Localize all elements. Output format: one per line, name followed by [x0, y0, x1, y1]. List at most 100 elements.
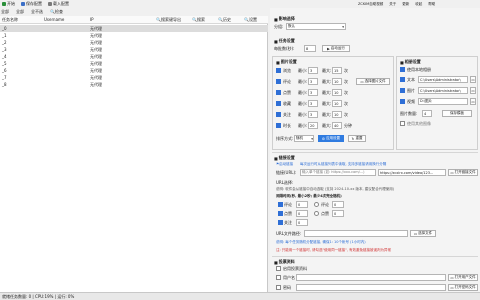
link-a[interactable]: ZCKIM自助视频 — [358, 2, 383, 7]
link-single-input[interactable]: 输入单个链接 (如: https://xxx.com/...) — [300, 169, 376, 176]
row-checkbox[interactable] — [276, 79, 281, 84]
col-username[interactable]: Username — [44, 17, 90, 22]
opt-input[interactable]: 0 — [296, 201, 308, 208]
vote-enable-checkbox[interactable] — [276, 266, 281, 271]
row-checkbox[interactable] — [276, 90, 281, 95]
min-input[interactable]: 3 — [308, 89, 318, 96]
open-username-file-button[interactable]: ▭ 打开用户文件 — [448, 274, 478, 281]
opt-input[interactable]: 0 — [296, 210, 308, 217]
table-row[interactable]: _6 无代理 — [0, 67, 268, 74]
vote-row-checkbox[interactable] — [276, 275, 281, 280]
apply-button[interactable]: ⚙ 应用设置 — [318, 135, 344, 142]
min-input[interactable]: 3 — [308, 78, 318, 85]
col-settings[interactable]: 🔍设置 — [244, 17, 268, 23]
opt-checkbox[interactable] — [278, 220, 283, 225]
opt-input[interactable]: 0 — [296, 219, 308, 226]
path-checkbox[interactable] — [400, 77, 405, 82]
play-icon — [2, 2, 6, 6]
use-local-checkbox[interactable] — [400, 67, 405, 72]
task-grid: 任务名称 Username IP 🔍搜索键导出 🔍搜索 🔍历史 🔍设置 _0 无代… — [0, 16, 268, 292]
max-input[interactable]: 15 — [332, 67, 342, 74]
path-label: 图片 — [407, 88, 415, 93]
link-help[interactable]: 帮助 — [428, 2, 435, 7]
count-input[interactable]: 4 — [422, 110, 432, 117]
opt-input[interactable]: 0 — [332, 210, 344, 217]
auto-run-button[interactable]: ▶ 启动运行 — [322, 45, 350, 52]
table-row[interactable]: _8 无代理 — [0, 81, 268, 88]
path-input[interactable]: C:\Users\Administrator\ — [418, 87, 468, 94]
opt-label: 点赞 — [284, 211, 292, 216]
path-input[interactable]: C:\Users\Administrator\ — [418, 76, 468, 83]
divider — [272, 256, 478, 257]
password-file-input[interactable] — [296, 284, 446, 291]
folder-button[interactable]: ▭ — [470, 87, 476, 94]
opt-radio[interactable] — [314, 202, 319, 207]
link-collapse[interactable]: 收起 — [415, 2, 422, 7]
interval-section-title: 间隔时间(秒, 最小2秒; 最少4次完全随机) — [276, 194, 342, 198]
square-icon: ■ — [400, 59, 404, 65]
opt-input[interactable]: 0 — [332, 201, 344, 208]
subbar-item[interactable]: 全不选 — [31, 9, 43, 15]
reset-button[interactable]: ↻ 重置 — [348, 135, 366, 142]
min-input[interactable]: 20 — [308, 122, 318, 129]
link-update[interactable]: 更新 — [402, 2, 409, 7]
read-section-title: ■ 图片设置 — [276, 59, 297, 65]
min-input[interactable]: 3 — [308, 100, 318, 107]
max-input[interactable]: 10 — [332, 89, 342, 96]
row-checkbox[interactable] — [276, 112, 281, 117]
row-checkbox[interactable] — [276, 123, 281, 128]
open-link-file-button[interactable]: ▭ 打开链接文件 — [448, 169, 478, 176]
vote-row-checkbox[interactable] — [276, 285, 281, 290]
start-button[interactable]: 开始 — [2, 1, 15, 7]
max-input[interactable]: 10 — [332, 100, 342, 107]
subbar-item[interactable]: 全部 — [1, 9, 9, 15]
subbar-item[interactable]: 🔍检查 — [50, 9, 63, 15]
folder-button[interactable]: ▭ — [470, 98, 476, 105]
save-config-button[interactable]: 保存配置 — [21, 1, 42, 7]
path-checkbox[interactable] — [400, 99, 405, 104]
save-template-button[interactable]: 保存模板 — [442, 110, 472, 117]
max-input[interactable]: 40 — [332, 122, 342, 129]
interval-input[interactable]: 8 — [304, 45, 316, 52]
col-search[interactable]: 🔍搜索 — [192, 17, 218, 23]
open-password-file-button[interactable]: ▭ 打开密码文件 — [448, 284, 478, 291]
table-row[interactable]: _1 无代理 — [0, 32, 268, 39]
link-input[interactable]: https://zcxirx.com/video/123... — [378, 169, 446, 176]
blue-tip: 说明: 每个任务随机分配链接, 确保1: 10个帐号 (1小时内) — [276, 240, 366, 244]
choose-file-button[interactable]: ▭ 选择文件 — [410, 230, 436, 237]
table-row[interactable]: _7 无代理 — [0, 74, 268, 81]
sort-select[interactable]: 随机 ▾ — [294, 135, 314, 142]
row-checkbox[interactable] — [276, 101, 281, 106]
folder-button[interactable]: ▭ — [470, 76, 476, 83]
other-image-checkbox[interactable] — [400, 121, 405, 126]
folder-icon: ▭ — [450, 275, 454, 280]
table-row[interactable]: _0 无代理 — [0, 25, 268, 32]
group-select[interactable]: 默认 ▾ — [286, 23, 346, 30]
opt-radio[interactable] — [314, 211, 319, 216]
subbar-item[interactable]: 全部 — [16, 9, 24, 15]
username-file-input[interactable] — [296, 274, 446, 281]
col-history[interactable]: 🔍历史 — [218, 17, 244, 23]
opt-label: 评论 — [284, 202, 292, 207]
col-ip[interactable]: IP — [90, 17, 156, 22]
table-row[interactable]: _5 无代理 — [0, 60, 268, 67]
interval-label: 每批数(秒): — [274, 46, 295, 51]
max-input[interactable]: 10 — [332, 111, 342, 118]
min-input[interactable]: 3 — [308, 67, 318, 74]
url-file-input[interactable] — [304, 230, 408, 237]
table-row[interactable]: _4 无代理 — [0, 53, 268, 60]
opt-checkbox[interactable] — [278, 211, 283, 216]
link-about[interactable]: 关于 — [389, 2, 396, 7]
path-checkbox[interactable] — [400, 88, 405, 93]
row-checkbox[interactable] — [276, 68, 281, 73]
load-config-button[interactable]: 载入配置 — [48, 1, 69, 7]
pick-image-button[interactable]: ▭ 选择图片文件 — [356, 78, 390, 85]
col-export[interactable]: 🔍搜索键导出 — [156, 17, 192, 23]
opt-checkbox[interactable] — [278, 202, 283, 207]
min-input[interactable]: 3 — [308, 111, 318, 118]
table-row[interactable]: _3 无代理 — [0, 46, 268, 53]
col-name[interactable]: 任务名称 — [0, 17, 44, 23]
path-input[interactable]: D:\图片 — [418, 98, 468, 105]
table-row[interactable]: _2 无代理 — [0, 39, 268, 46]
max-input[interactable]: 10 — [332, 78, 342, 85]
